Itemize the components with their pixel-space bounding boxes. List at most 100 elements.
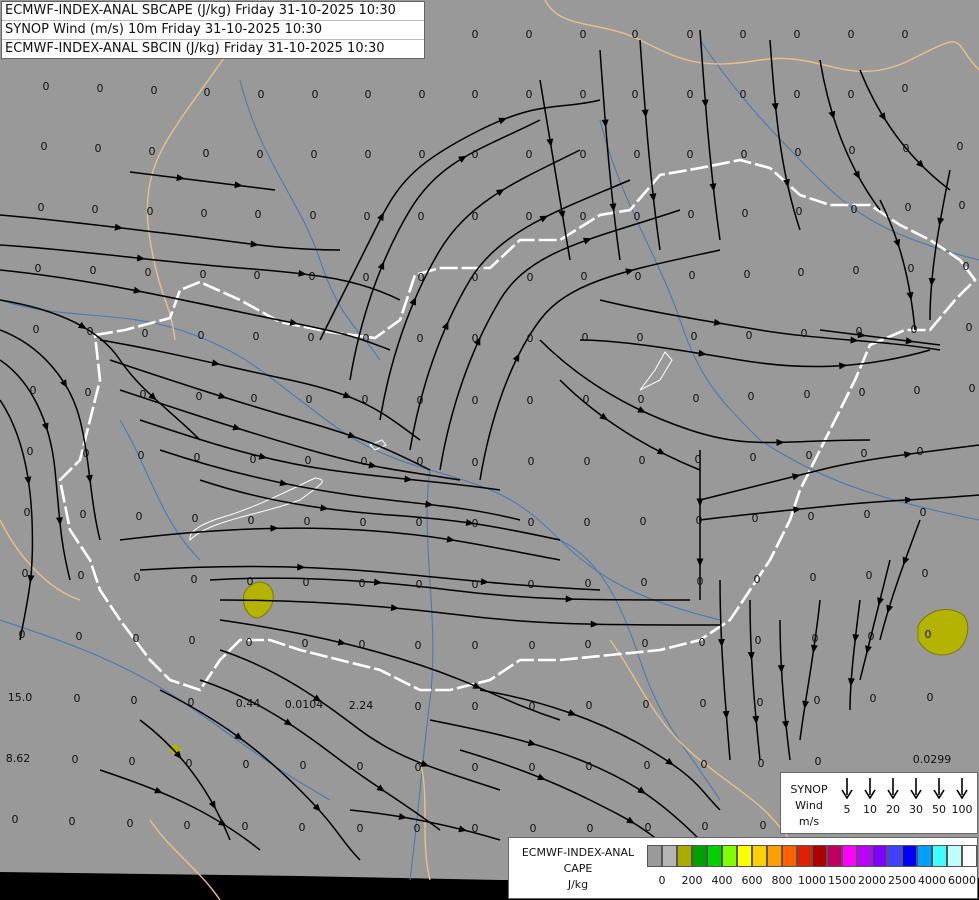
- wind-legend-arrows: 5 10 20 30 50 100: [836, 777, 974, 829]
- cape-tick-label: 6000: [948, 874, 976, 887]
- cape-value-label: 0: [357, 760, 364, 773]
- cape-color-swatch: [737, 845, 752, 867]
- cape-value-label: 0: [76, 630, 83, 643]
- cape-value-label: 0: [85, 386, 92, 399]
- wind-arrow-icon: [887, 778, 899, 799]
- wind-legend-item: 5: [836, 777, 858, 816]
- cape-value-label: 0: [149, 145, 156, 158]
- cape-value-label: 0: [905, 201, 912, 214]
- cape-value-label: 0: [812, 632, 819, 645]
- cape-value-label: 0: [529, 761, 536, 774]
- cape-value-label: 0: [189, 634, 196, 647]
- cape-legend-unit: J/kg: [567, 878, 589, 891]
- cape-value-label: 0: [645, 821, 652, 834]
- cape-value-label: 0: [632, 88, 639, 101]
- title-sbcape: ECMWF-INDEX-ANAL SBCAPE (J/kg) Friday 31…: [2, 2, 424, 21]
- cape-value-label: 15.0: [8, 691, 33, 704]
- cape-value-label: 0: [742, 207, 749, 220]
- cape-color-swatch: [917, 845, 932, 867]
- cape-value-label: 0: [415, 639, 422, 652]
- cape-color-swatch: [842, 845, 857, 867]
- cape-color-swatch: [797, 845, 812, 867]
- cape-value-label: 0: [859, 386, 866, 399]
- cape-value-label: 0: [642, 637, 649, 650]
- cape-value-label: 0: [142, 327, 149, 340]
- cape-color-swatch: [677, 845, 692, 867]
- cape-value-label: 0: [360, 516, 367, 529]
- cape-value-label: 0: [695, 453, 702, 466]
- cape-value-label: 0: [418, 210, 425, 223]
- cape-value-label: 0: [419, 148, 426, 161]
- cape-value-label: 0: [804, 388, 811, 401]
- cape-value-label: 0: [808, 510, 815, 523]
- cape-value-label: 0: [741, 148, 748, 161]
- cape-value-label: 0: [134, 571, 141, 584]
- cape-value-label: 0: [258, 88, 265, 101]
- cape-value-label: 0: [95, 142, 102, 155]
- cape-value-label: 0: [693, 392, 700, 405]
- wind-legend-value: 10: [863, 803, 877, 816]
- wind-legend-value: 30: [909, 803, 923, 816]
- cape-value-label: 0: [908, 262, 915, 275]
- cape-value-label: 0: [419, 88, 426, 101]
- cape-value-label: 0: [794, 28, 801, 41]
- cape-value-label: 0: [529, 639, 536, 652]
- cape-value-label: 0: [151, 84, 158, 97]
- cape-value-label: 0: [639, 454, 646, 467]
- cape-value-label: 0: [963, 260, 970, 273]
- map-title-box: ECMWF-INDEX-ANAL SBCAPE (J/kg) Friday 31…: [1, 1, 425, 59]
- cape-value-label: 0: [750, 451, 757, 464]
- cape-value-label: 0: [472, 639, 479, 652]
- cape-value-label: 0: [27, 445, 34, 458]
- cape-value-label: 0: [701, 758, 708, 771]
- cape-value-label: 0: [920, 506, 927, 519]
- cape-value-label: 0: [581, 270, 588, 283]
- cape-value-label: 0: [472, 517, 479, 530]
- wind-arrow-icon: [933, 778, 945, 799]
- cape-value-label: 0: [696, 514, 703, 527]
- cape-value-label: 0: [641, 576, 648, 589]
- cape-value-label: 0.44: [236, 697, 261, 710]
- cape-value-label: 0: [299, 821, 306, 834]
- cape-value-label: 0: [526, 88, 533, 101]
- cape-tick-label: 2000: [858, 874, 886, 887]
- cape-value-label: 0: [635, 270, 642, 283]
- cape-value-label: 0: [472, 88, 479, 101]
- cape-value-label: 0: [969, 382, 976, 395]
- cape-value-label: 0: [925, 628, 932, 641]
- cape-legend-subtitle: CAPE: [563, 862, 593, 875]
- cape-value-label: 0: [689, 269, 696, 282]
- cape-value-label: 0: [472, 822, 479, 835]
- cape-value-label: 0: [87, 325, 94, 338]
- cape-value-label: 0: [586, 699, 593, 712]
- cape-value-label: 0: [194, 451, 201, 464]
- weather-map[interactable]: 0 0 0 0 0 0 0 0 0 0 0 0 0 0 0 0 0 0 0 0 0 0 0 0 0 0 0 0 0 0 0 0 0 0 0 0 0 0 0 0…: [0, 0, 979, 900]
- cape-value-label: 0: [200, 268, 207, 281]
- cape-value-label: 0: [417, 394, 424, 407]
- cape-value-label: 0: [580, 148, 587, 161]
- cape-value-label: 0: [12, 813, 19, 826]
- cape-value-label: 0: [697, 575, 704, 588]
- cape-value-label: 0: [637, 331, 644, 344]
- cape-value-label: 0: [33, 323, 40, 336]
- cape-value-label: 0: [472, 578, 479, 591]
- cape-value-label: 0: [740, 88, 747, 101]
- cape-value-label: 0: [201, 207, 208, 220]
- cape-value-label: 0: [848, 28, 855, 41]
- cape-value-label: 0: [303, 576, 310, 589]
- cape-tick-label: 200: [681, 874, 703, 887]
- cape-value-label: 0: [363, 271, 370, 284]
- cape-value-label: 0: [472, 271, 479, 284]
- cape-tick-label: 600: [741, 874, 763, 887]
- cape-value-label: 0: [815, 755, 822, 768]
- cape-value-label: 0: [78, 569, 85, 582]
- wind-legend-unit: m/s: [798, 815, 820, 828]
- cape-value-label: 0: [186, 757, 193, 770]
- cape-value-label: 0: [248, 514, 255, 527]
- wind-legend-subtitle: Wind: [795, 799, 823, 812]
- cape-value-label: 0: [131, 694, 138, 707]
- cape-tick-label: 0: [658, 874, 666, 887]
- cape-value-label: 0: [586, 760, 593, 773]
- cape-value-label: 0: [30, 384, 37, 397]
- cape-value-label: 0: [38, 201, 45, 214]
